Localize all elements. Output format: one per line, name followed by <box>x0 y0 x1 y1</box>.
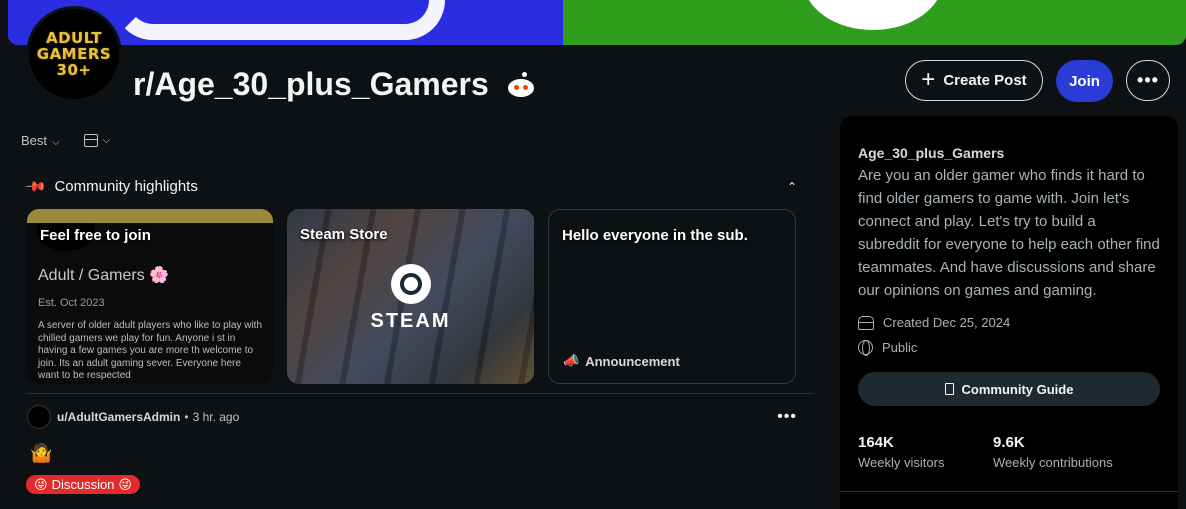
feed-sort-bar: Best ⌵ ⌵ <box>21 133 110 148</box>
highlight-card-feel-free-to-join[interactable]: Feel free to join Adult / Gamers 🌸 Est. … <box>27 209 273 384</box>
sort-dropdown[interactable]: Best ⌵ <box>21 133 60 148</box>
create-post-button[interactable]: + Create Post <box>905 60 1043 101</box>
highlight-card-steam-store[interactable]: Steam Store STEAM <box>287 209 534 384</box>
post-author[interactable]: u/AdultGamersAdmin <box>57 410 180 424</box>
highlight-card-hello-everyone[interactable]: Hello everyone in the sub. 📣 Announcemen… <box>548 209 796 384</box>
sidebar-description: Are you an older gamer who finds it hard… <box>858 167 1160 299</box>
created-date: Created Dec 25, 2024 <box>883 315 1011 330</box>
banner-xbox-side <box>563 0 1186 45</box>
subreddit-title-row: r/Age_30_plus_Gamers <box>133 66 535 103</box>
sidebar-stats: 164K Weekly visitors 9.6K Weekly contrib… <box>858 434 1160 470</box>
pin-icon: 📌 <box>24 174 48 198</box>
flair-emoji-left: 😜 <box>34 476 48 492</box>
community-banner <box>8 0 1186 45</box>
announcement-tag: 📣 Announcement <box>563 353 680 369</box>
flair-label: Discussion <box>51 477 115 492</box>
megaphone-icon: 📣 <box>563 353 580 368</box>
post-header: u/AdultGamersAdmin • 3 hr. ago ••• <box>27 405 797 429</box>
stat-label: Weekly visitors <box>858 455 945 470</box>
cake-icon <box>858 315 874 330</box>
steam-logo-icon <box>391 264 431 304</box>
post-flair-badge[interactable]: 😜 Discussion 😜 <box>26 475 140 494</box>
stat-value: 164K <box>858 434 894 451</box>
globe-icon <box>858 340 873 356</box>
card-layout-icon <box>83 134 98 147</box>
preview-heading: Adult / Gamers 🌸 <box>38 267 170 284</box>
sidebar-divider <box>840 491 1178 492</box>
plus-icon: + <box>921 65 936 93</box>
weekly-contributions-stat: 9.6K Weekly contributions <box>993 434 1128 470</box>
stat-label: Weekly contributions <box>993 455 1113 470</box>
post-title-emoji[interactable]: 🤷 <box>30 443 52 464</box>
community-guide-button[interactable]: Community Guide <box>858 372 1160 406</box>
community-highlights-heading: Community highlights <box>54 178 198 195</box>
view-layout-dropdown[interactable]: ⌵ <box>83 134 111 147</box>
weekly-visitors-stat: 164K Weekly visitors <box>858 434 993 470</box>
post-separator: • <box>184 410 189 424</box>
visibility-row: Public <box>858 335 1160 360</box>
highlight-card-title: Steam Store <box>300 226 388 243</box>
chevron-up-icon[interactable]: ⌃ <box>787 180 797 194</box>
feed-divider <box>27 393 813 394</box>
avatar-text-line-3: 30+ <box>56 61 92 79</box>
community-sidebar: Age_30_plus_Gamers Are you an older game… <box>840 116 1178 509</box>
visibility-label: Public <box>882 340 918 355</box>
highlight-card-title: Feel free to join <box>40 227 151 244</box>
preview-body: A server of older adult players who like… <box>38 320 262 381</box>
post-age: 3 hr. ago <box>192 410 240 424</box>
community-avatar: ADULT GAMERS 30+ <box>26 6 122 102</box>
sidebar-meta: Created Dec 25, 2024 Public <box>858 310 1160 360</box>
create-post-label: Create Post <box>943 72 1027 89</box>
announcement-label: Announcement <box>585 353 680 369</box>
community-highlights-header: 📌 Community highlights ⌃ <box>24 174 797 198</box>
join-button[interactable]: Join <box>1056 60 1113 102</box>
more-options-button[interactable]: ••• <box>1126 60 1170 101</box>
chevron-down-icon: ⌵ <box>102 135 111 146</box>
post-author-avatar[interactable] <box>27 405 51 429</box>
flair-emoji-right: 😜 <box>118 476 132 492</box>
sidebar-community-name: Age_30_plus_Gamers <box>858 145 1005 161</box>
created-date-row: Created Dec 25, 2024 <box>858 310 1160 335</box>
chevron-down-icon: ⌵ <box>52 137 60 148</box>
subreddit-title: r/Age_30_plus_Gamers <box>133 66 489 102</box>
avatar-text-line-2: GAMERS <box>36 45 112 63</box>
highlight-card-title: Hello everyone in the sub. <box>562 227 748 244</box>
reddit-snoo-icon <box>507 71 535 98</box>
post-more-options-button[interactable]: ••• <box>777 408 797 426</box>
stat-value: 9.6K <box>993 434 1025 451</box>
steam-logo-text: STEAM <box>370 310 451 332</box>
avatar-text-line-1: ADULT <box>45 29 103 47</box>
book-icon <box>944 383 954 395</box>
sort-label: Best <box>21 133 48 148</box>
community-guide-label: Community Guide <box>961 381 1074 397</box>
preview-date: Est. Oct 2023 <box>38 297 105 309</box>
